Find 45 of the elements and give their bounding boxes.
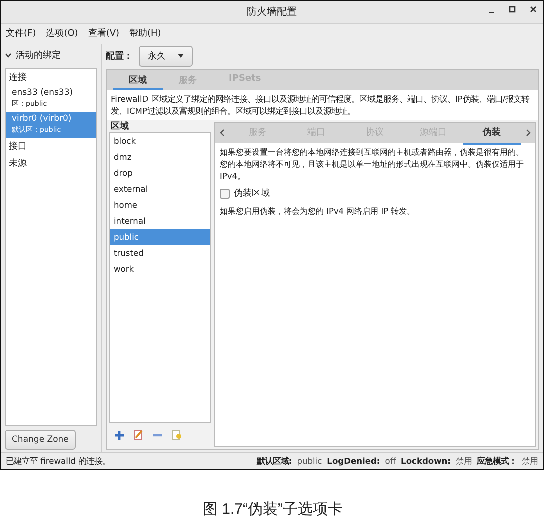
section-title: 接口 (8, 140, 28, 154)
menu-item[interactable]: 帮助(H) (130, 27, 162, 41)
zone-item[interactable]: external (110, 181, 210, 197)
chevron-left-icon[interactable] (220, 129, 224, 137)
section-title: 连接 (8, 72, 28, 85)
edit-icon[interactable] (134, 430, 143, 440)
zone-item[interactable]: home (110, 197, 210, 213)
config-label: 配置： (106, 50, 133, 62)
zone-item[interactable]: trusted (110, 245, 210, 261)
zone-item[interactable]: internal (110, 213, 210, 229)
subtab[interactable]: 伪装 (462, 122, 522, 144)
config-dropdown[interactable]: 永久 (139, 46, 193, 66)
dropdown-arrow-icon (178, 54, 184, 58)
window-title: 防火墙配置 (247, 6, 297, 19)
status-value: 禁用 (522, 456, 538, 466)
zone-item[interactable]: dmz (110, 149, 210, 165)
close-icon[interactable] (530, 6, 537, 13)
chevron-right-icon[interactable] (526, 129, 531, 137)
status-message: 已建立至 firewalld 的连接。 (6, 456, 111, 466)
menu-item[interactable]: 查看(V) (88, 27, 120, 41)
status-value: 禁用 (456, 456, 472, 466)
status-value: off (385, 456, 396, 466)
add-icon[interactable] (115, 430, 124, 440)
status-label: 默认区域: (256, 456, 292, 466)
status-label: LogDenied: (327, 456, 380, 466)
zone-item[interactable]: block (110, 133, 210, 149)
zone-item[interactable]: work (110, 261, 210, 277)
bindings-header[interactable]: 活动的绑定 (16, 48, 61, 62)
chevron-down-icon[interactable] (5, 52, 12, 58)
masquerade-description: 如果您要设置一台将您的本地网络连接到互联网的主机或者路由器，伪装是很有用的。您的本地网络将不可见，且该主机是以单一地址的形式出现在互联网中。伪装仅适用于 IPv4。 (219, 146, 525, 183)
status-value: public (297, 456, 322, 466)
status-label: 应急模式： (477, 456, 517, 466)
figure-caption: 图 1.7“伪装”子选项卡 (202, 500, 344, 519)
menu-item[interactable]: 文件(F) (6, 27, 36, 41)
checkbox-label[interactable]: 伪装区域 (234, 187, 270, 200)
status-label: Lockdown: (401, 456, 451, 466)
masquerade-note: 如果您启用伪装，将会为您的 IPv4 网络启用 IP 转发。 (219, 205, 416, 218)
change-zone-button[interactable]: Change Zone (5, 430, 76, 450)
zones-label: 区域 (110, 120, 130, 132)
menu-item[interactable]: 选项(O) (46, 27, 78, 41)
maximize-icon[interactable] (509, 6, 516, 14)
checkbox[interactable] (220, 188, 230, 198)
description-text: FirewallD 区域定义了绑定的网络连接、接口以及源地址的可信程度。区域是服务、端口、协议、IP伪装、端口/报文转发、ICMP过滤以及富规则的组合。区域可以绑定到接口以及源地址。 (107, 90, 538, 120)
section-title: 未源 (8, 158, 28, 171)
zone-item[interactable]: drop (110, 165, 210, 181)
